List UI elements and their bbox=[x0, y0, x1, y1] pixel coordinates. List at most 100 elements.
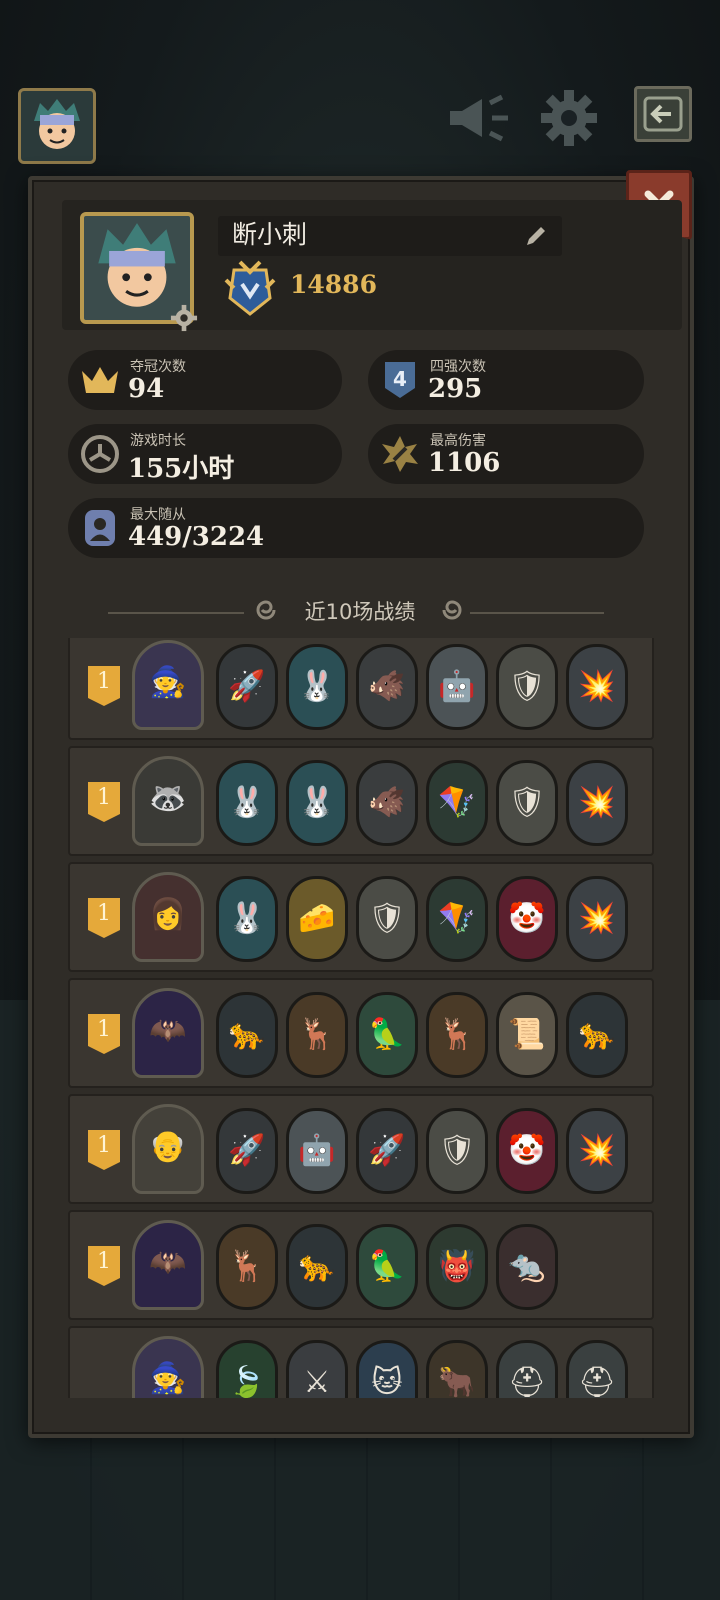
cannon-icon: 💥 bbox=[578, 669, 616, 704]
minion-kite[interactable]: 🪁 bbox=[426, 760, 488, 846]
minion-cannon[interactable]: 💥 bbox=[566, 760, 628, 846]
rank-emblem-icon bbox=[224, 260, 276, 316]
blade-icon: ⚔ bbox=[303, 1365, 331, 1398]
bat-icon: 🦇 bbox=[149, 1013, 187, 1048]
minion-deer[interactable]: 🦌 bbox=[286, 992, 348, 1078]
minion-cannon[interactable]: 💥 bbox=[566, 876, 628, 962]
minion-rocket[interactable]: 🚀 bbox=[216, 1108, 278, 1194]
minion-parrot[interactable]: 🦜 bbox=[356, 992, 418, 1078]
match-row[interactable]: 1 🦝 🐰 🐰 🐗 🪁 🛡 💥 bbox=[68, 746, 654, 856]
hero-portrait-raccoon[interactable]: 🦝 bbox=[132, 756, 204, 846]
minion-blade[interactable]: ⚔ bbox=[286, 1340, 348, 1398]
rabbit-icon: 🐰 bbox=[228, 785, 266, 820]
match-row[interactable]: 1 👩 🐰 🧀 🛡 🪁 🤡 💥 bbox=[68, 862, 654, 972]
rabbit-icon: 🐰 bbox=[298, 669, 336, 704]
minion-portrait-icon bbox=[78, 506, 122, 550]
minion-rabbit[interactable]: 🐰 bbox=[216, 876, 278, 962]
minion-boar[interactable]: 🐗 bbox=[356, 760, 418, 846]
minion-helmet[interactable]: ⛑ bbox=[496, 1340, 558, 1398]
minion-rocket[interactable]: 🚀 bbox=[216, 644, 278, 730]
clown-icon: 🤡 bbox=[508, 1133, 546, 1168]
cannon-icon: 💥 bbox=[578, 901, 616, 936]
minion-deer[interactable]: 🦌 bbox=[216, 1224, 278, 1310]
match-row[interactable]: 1 👴 🚀 🤖 🚀 🛡 🤡 💥 bbox=[68, 1094, 654, 1204]
minion-rabbit[interactable]: 🐰 bbox=[216, 760, 278, 846]
match-row[interactable]: 1 🧙 🚀 🐰 🐗 🤖 🛡 💥 bbox=[68, 638, 654, 740]
hero-portrait-wizard[interactable]: 🧙 bbox=[132, 1336, 204, 1398]
minion-cannon[interactable]: 💥 bbox=[566, 1108, 628, 1194]
minion-panther[interactable]: 🐆 bbox=[286, 1224, 348, 1310]
minion-clown[interactable]: 🤡 bbox=[496, 876, 558, 962]
wizard-icon: 🧙 bbox=[149, 1361, 187, 1396]
minion-rabbit[interactable]: 🐰 bbox=[286, 644, 348, 730]
minion-deer[interactable]: 🦌 bbox=[426, 992, 488, 1078]
placement-badge: 1 bbox=[88, 782, 120, 822]
portrait-settings-gear-icon[interactable] bbox=[168, 302, 200, 334]
minion-panther[interactable]: 🐆 bbox=[216, 992, 278, 1078]
minion-knight[interactable]: 🛡 bbox=[496, 644, 558, 730]
minion-rocket[interactable]: 🚀 bbox=[356, 1108, 418, 1194]
minion-cheese-bot[interactable]: 🧀 bbox=[286, 876, 348, 962]
cat-icon: 🐱 bbox=[371, 1365, 403, 1398]
elder-icon: 👴 bbox=[149, 1129, 187, 1164]
minion-goblin[interactable]: 👹 bbox=[426, 1224, 488, 1310]
minion-rat[interactable]: 🐀 bbox=[496, 1224, 558, 1310]
minion-leaf[interactable]: 🍃 bbox=[216, 1340, 278, 1398]
match-row[interactable]: 1 🦇 🐆 🦌 🦜 🦌 📜 🐆 bbox=[68, 978, 654, 1088]
rabbit-icon: 🐰 bbox=[228, 901, 266, 936]
kite-icon: 🪁 bbox=[438, 901, 476, 936]
deer-icon: 🦌 bbox=[438, 1017, 476, 1052]
stat-championships: 夺冠次数 94 bbox=[68, 350, 342, 410]
minion-robot[interactable]: 🤖 bbox=[286, 1108, 348, 1194]
hero-portrait-lady[interactable]: 👩 bbox=[132, 872, 204, 962]
rocket-icon: 🚀 bbox=[368, 1133, 406, 1168]
minion-robot[interactable]: 🤖 bbox=[426, 644, 488, 730]
match-row[interactable]: 🧙 🍃 ⚔ 🐱 🐂 ⛑ ⛑ bbox=[68, 1326, 654, 1398]
cannon-icon: 💥 bbox=[578, 785, 616, 820]
knight-icon: 🛡 bbox=[507, 785, 547, 820]
player-avatar-button[interactable] bbox=[18, 88, 96, 164]
minion-knight[interactable]: 🛡 bbox=[426, 1108, 488, 1194]
goblin-icon: 👹 bbox=[438, 1249, 476, 1284]
minion-rabbit[interactable]: 🐰 bbox=[286, 760, 348, 846]
helmet-icon: ⛑ bbox=[507, 1365, 547, 1398]
minion-helmet[interactable]: ⛑ bbox=[566, 1340, 628, 1398]
minion-panther[interactable]: 🐆 bbox=[566, 992, 628, 1078]
damage-burst-icon bbox=[378, 432, 422, 476]
horns-icon: 🐂 bbox=[438, 1365, 476, 1398]
rat-icon: 🐀 bbox=[508, 1249, 546, 1284]
hero-portrait-elder[interactable]: 👴 bbox=[132, 1104, 204, 1194]
minion-parrot[interactable]: 🦜 bbox=[356, 1224, 418, 1310]
placement-badge: 1 bbox=[88, 1130, 120, 1170]
rocket-icon: 🚀 bbox=[228, 1133, 266, 1168]
panther-icon: 🐆 bbox=[578, 1017, 616, 1052]
hero-portrait-wizard[interactable]: 🧙 bbox=[132, 640, 204, 730]
cheese-bot-icon: 🧀 bbox=[298, 901, 336, 936]
minion-knight[interactable]: 🛡 bbox=[496, 760, 558, 846]
announcement-icon[interactable] bbox=[446, 88, 512, 148]
stat-top-four: 4 四强次数 295 bbox=[368, 350, 644, 410]
minion-cat[interactable]: 🐱 bbox=[356, 1340, 418, 1398]
knight-icon: 🛡 bbox=[507, 669, 547, 704]
hero-portrait-bat[interactable]: 🦇 bbox=[132, 988, 204, 1078]
bat-icon: 🦇 bbox=[149, 1245, 187, 1280]
minion-cannon[interactable]: 💥 bbox=[566, 644, 628, 730]
settings-gear-icon[interactable] bbox=[536, 88, 602, 148]
minion-boar[interactable]: 🐗 bbox=[356, 644, 418, 730]
minion-scholar[interactable]: 📜 bbox=[496, 992, 558, 1078]
player-name: 断小刺 bbox=[232, 220, 308, 249]
robot-icon: 🤖 bbox=[438, 669, 476, 704]
panther-icon: 🐆 bbox=[298, 1249, 336, 1284]
minion-horns[interactable]: 🐂 bbox=[426, 1340, 488, 1398]
match-row[interactable]: 1 🦇 🦌 🐆 🦜 👹 🐀 bbox=[68, 1210, 654, 1320]
edit-pencil-icon[interactable] bbox=[524, 224, 548, 248]
avatar-face-icon bbox=[34, 99, 80, 149]
minion-kite[interactable]: 🪁 bbox=[426, 876, 488, 962]
hero-portrait-bat[interactable]: 🦇 bbox=[132, 1220, 204, 1310]
wizard-icon: 🧙 bbox=[149, 665, 187, 700]
minion-knight[interactable]: 🛡 bbox=[356, 876, 418, 962]
match-history-list[interactable]: 1 🧙 🚀 🐰 🐗 🤖 🛡 💥 1 🦝 🐰 🐰 🐗 🪁 🛡 💥 1 👩 🐰 🧀 🛡 🪁 🤡 💥 1 🦇 🐆 🦌 🦜 🦌 📜 🐆 1 👴 🚀 🤖 🚀 🛡 🤡 💥… bbox=[66, 638, 656, 1398]
minion-clown[interactable]: 🤡 bbox=[496, 1108, 558, 1194]
parrot-icon: 🦜 bbox=[368, 1249, 406, 1284]
back-button[interactable] bbox=[634, 86, 692, 142]
